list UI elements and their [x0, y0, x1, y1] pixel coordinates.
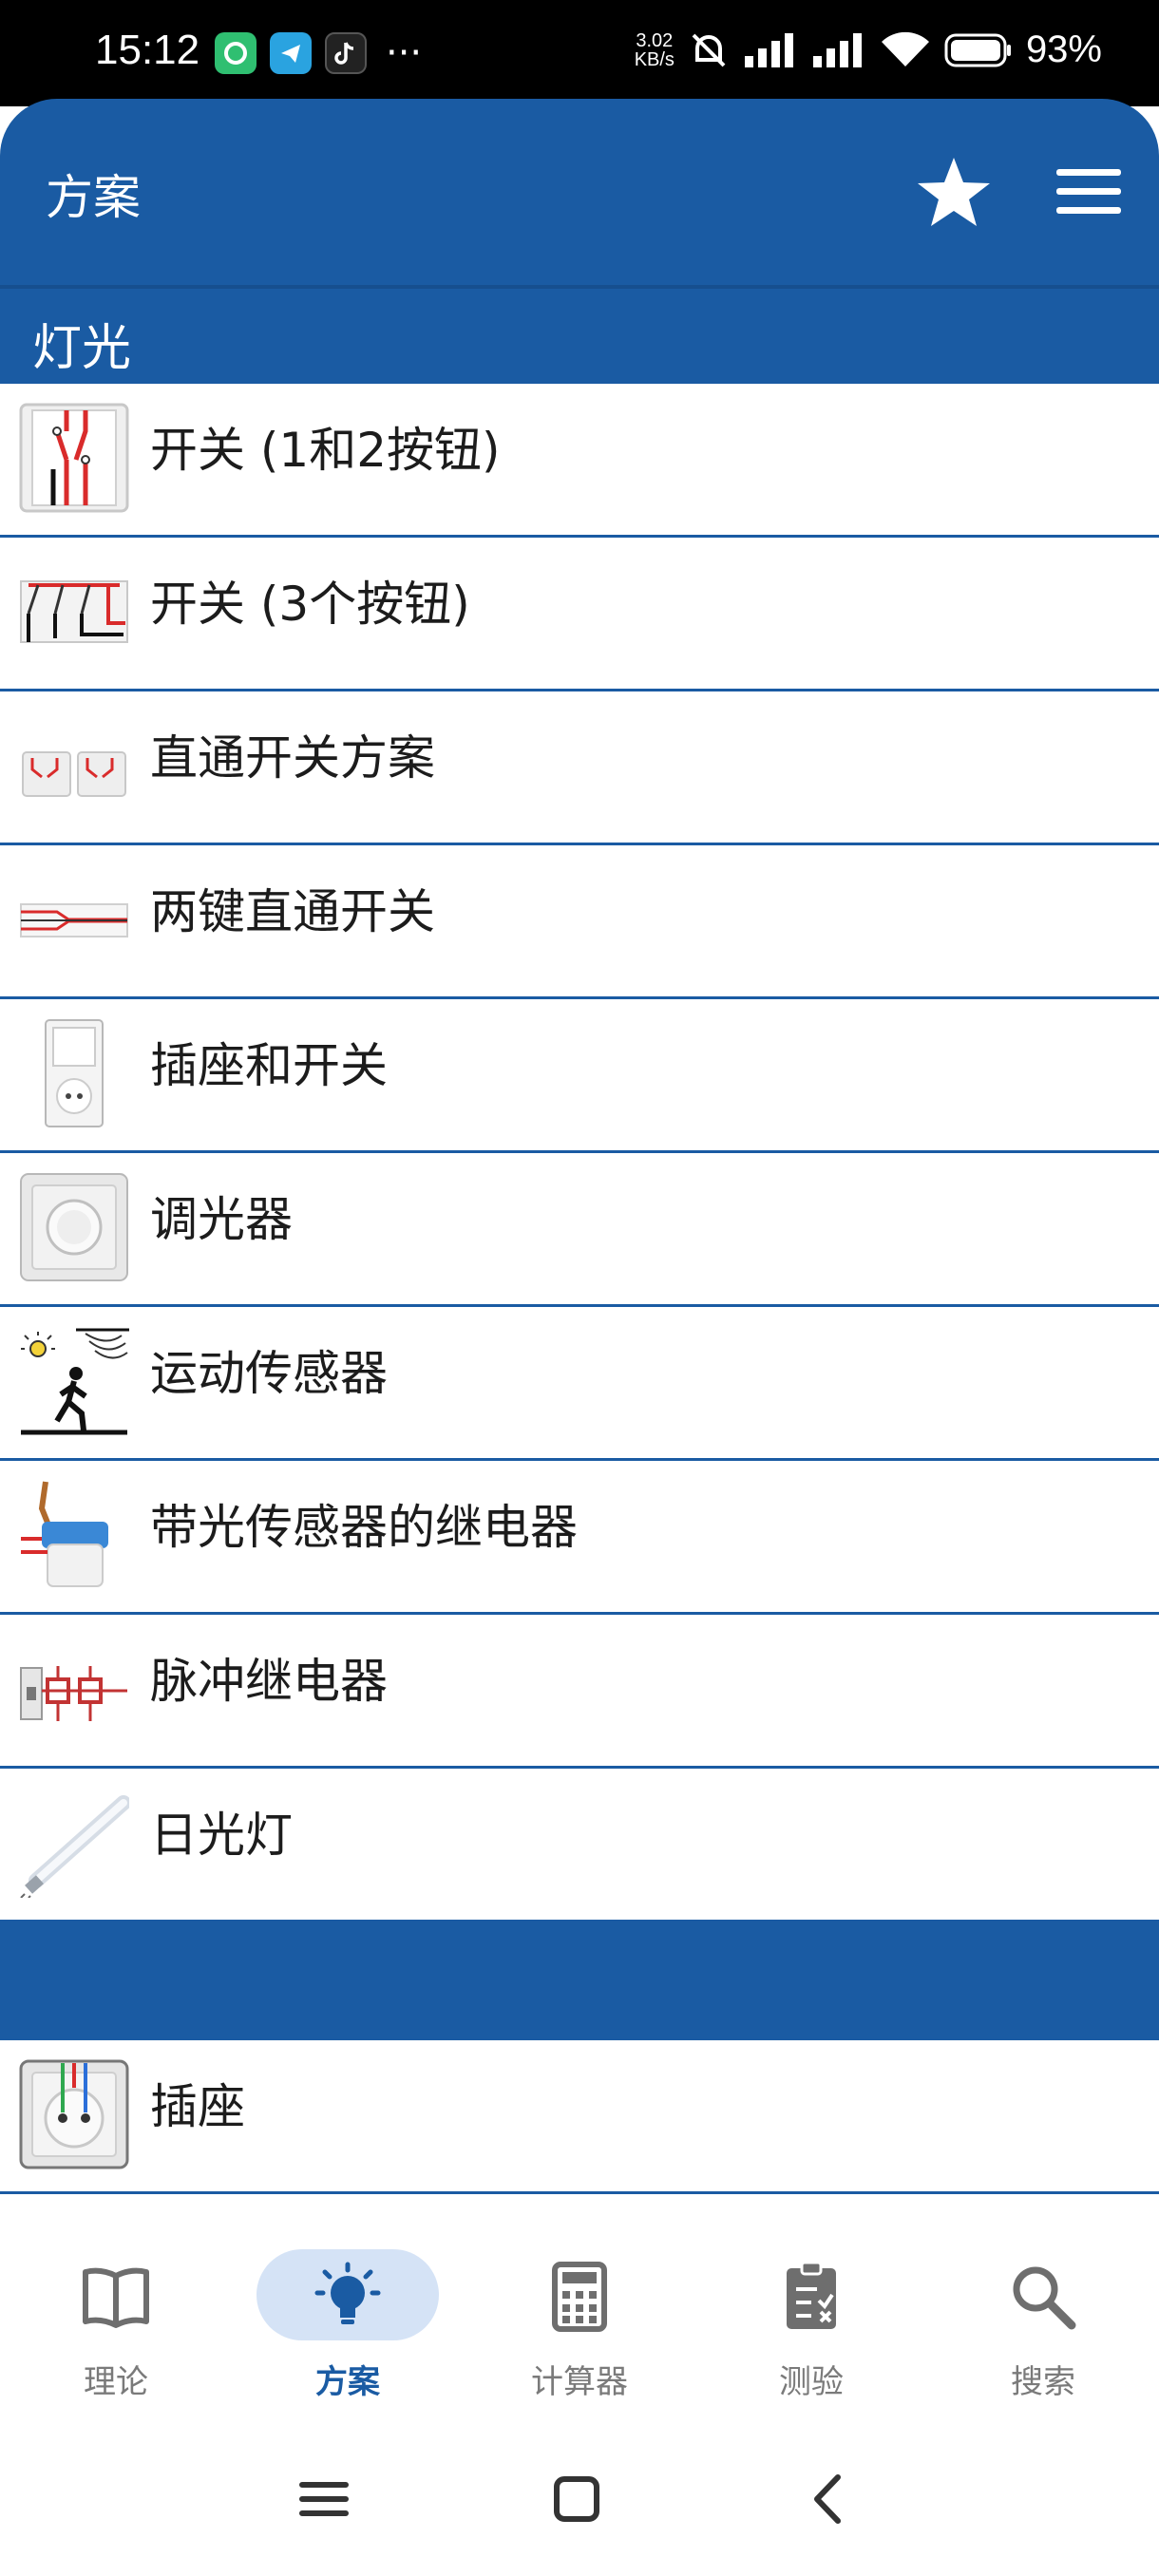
- list-item-label: 插座: [150, 2079, 245, 2134]
- dimmer-icon: [20, 1173, 128, 1281]
- page-title: 方案: [46, 170, 141, 225]
- nav-label-search: 搜索: [1011, 2363, 1075, 2401]
- nav-tab-schemes[interactable]: 方案: [253, 2245, 443, 2401]
- status-notification-icons: ···: [215, 32, 422, 74]
- more-notifications-icon: ···: [386, 31, 423, 75]
- list-item-label: 带光传感器的继电器: [150, 1500, 578, 1555]
- list-item-label: 调光器: [150, 1192, 293, 1247]
- list-item-socket[interactable]: 插座: [0, 2040, 1159, 2194]
- list-item-label: 插座和开关: [150, 1038, 388, 1093]
- mute-bell-icon: [692, 33, 726, 66]
- list-item-socket-and-switch[interactable]: 插座和开关: [0, 999, 1159, 1153]
- nav-tab-search[interactable]: 搜索: [948, 2245, 1138, 2401]
- telegram-notification-icon: [270, 32, 312, 74]
- net-speed: 3.02 KB/s: [635, 31, 674, 69]
- light-sensor-relay-icon: [21, 1481, 108, 1587]
- nav-tab-quiz[interactable]: 测验: [716, 2245, 906, 2401]
- pass-through-switch-icon: [22, 751, 126, 797]
- status-indicators: 3.02 KB/s 93%: [635, 28, 1102, 71]
- signal-1-icon: [744, 32, 793, 67]
- tiktok-notification-icon: [325, 32, 367, 74]
- nav-label-calculator: 计算器: [531, 2363, 628, 2401]
- motion-sensor-icon: [21, 1328, 129, 1435]
- list-item-label: 运动传感器: [150, 1346, 388, 1401]
- favorites-star-button[interactable]: [916, 154, 992, 230]
- nav-label-theory: 理论: [84, 2363, 148, 2401]
- bottom-navigation: 理论 方案 计算器 测验 搜索: [0, 2194, 1159, 2413]
- socket-icon: [19, 2059, 129, 2169]
- list-item-label: 开关 (3个按钮): [150, 577, 470, 632]
- search-icon: [1013, 2266, 1076, 2330]
- section-header-second: [0, 1921, 1159, 2040]
- list-item-motion-sensor[interactable]: 运动传感器: [0, 1307, 1159, 1461]
- nav-label-quiz: 测验: [779, 2363, 844, 2401]
- list-item-pulse-relay[interactable]: 脉冲继电器: [0, 1615, 1159, 1769]
- calculator-icon: [552, 2262, 607, 2332]
- list-item-pass-through-switch[interactable]: 直通开关方案: [0, 691, 1159, 845]
- app-bar: 方案: [0, 99, 1159, 285]
- clipboard-check-icon: [787, 2261, 836, 2329]
- list-item-light-sensor-relay[interactable]: 带光传感器的继电器: [0, 1461, 1159, 1615]
- back-icon[interactable]: [796, 2466, 863, 2532]
- list-item-fluorescent-lamp[interactable]: 日光灯: [0, 1769, 1159, 1923]
- two-key-pass-through-switch-icon: [20, 903, 128, 938]
- net-speed-unit: KB/s: [634, 48, 674, 70]
- section-header-lights: 灯光: [0, 285, 1159, 384]
- status-time: 15:12: [95, 27, 200, 73]
- list-item-two-key-pass-through[interactable]: 两键直通开关: [0, 845, 1159, 999]
- nav-tab-calculator[interactable]: 计算器: [484, 2245, 674, 2401]
- nav-label-schemes: 方案: [315, 2363, 380, 2401]
- nav-tab-theory[interactable]: 理论: [21, 2245, 211, 2401]
- net-speed-value: 3.02: [636, 29, 674, 51]
- chat-app-notification-icon: [215, 32, 256, 74]
- list-item-label: 日光灯: [150, 1808, 293, 1863]
- list-item-label: 脉冲继电器: [150, 1654, 388, 1709]
- list-item-switch-1-2[interactable]: 开关 (1和2按钮): [0, 384, 1159, 538]
- signal-2-icon: [812, 32, 862, 67]
- fluorescent-lamp-icon: [20, 1795, 129, 1898]
- wifi-icon: [881, 31, 929, 66]
- battery-icon: [944, 33, 1011, 66]
- switch-3-diagram-icon: [20, 580, 128, 643]
- list-item-label: 直通开关方案: [150, 730, 435, 786]
- system-navigation-bar: [0, 2432, 1159, 2576]
- book-icon: [83, 2267, 149, 2328]
- list-item-dimmer[interactable]: 调光器: [0, 1153, 1159, 1307]
- list-item-label: 两键直通开关: [150, 884, 435, 939]
- recent-apps-icon[interactable]: [291, 2466, 357, 2532]
- socket-and-switch-icon: [45, 1019, 104, 1127]
- battery-percent: 93%: [1025, 28, 1102, 70]
- hamburger-menu-button[interactable]: [1054, 163, 1123, 220]
- list-item-label: 开关 (1和2按钮): [150, 423, 501, 478]
- lightbulb-icon: [314, 2262, 381, 2324]
- home-icon[interactable]: [543, 2466, 610, 2532]
- status-bar: 15:12 ··· 3.02 KB/s 93%: [0, 0, 1159, 106]
- pulse-relay-icon: [20, 1666, 127, 1721]
- switch-1-2-diagram-icon: [19, 403, 129, 513]
- list-item-switch-3[interactable]: 开关 (3个按钮): [0, 538, 1159, 691]
